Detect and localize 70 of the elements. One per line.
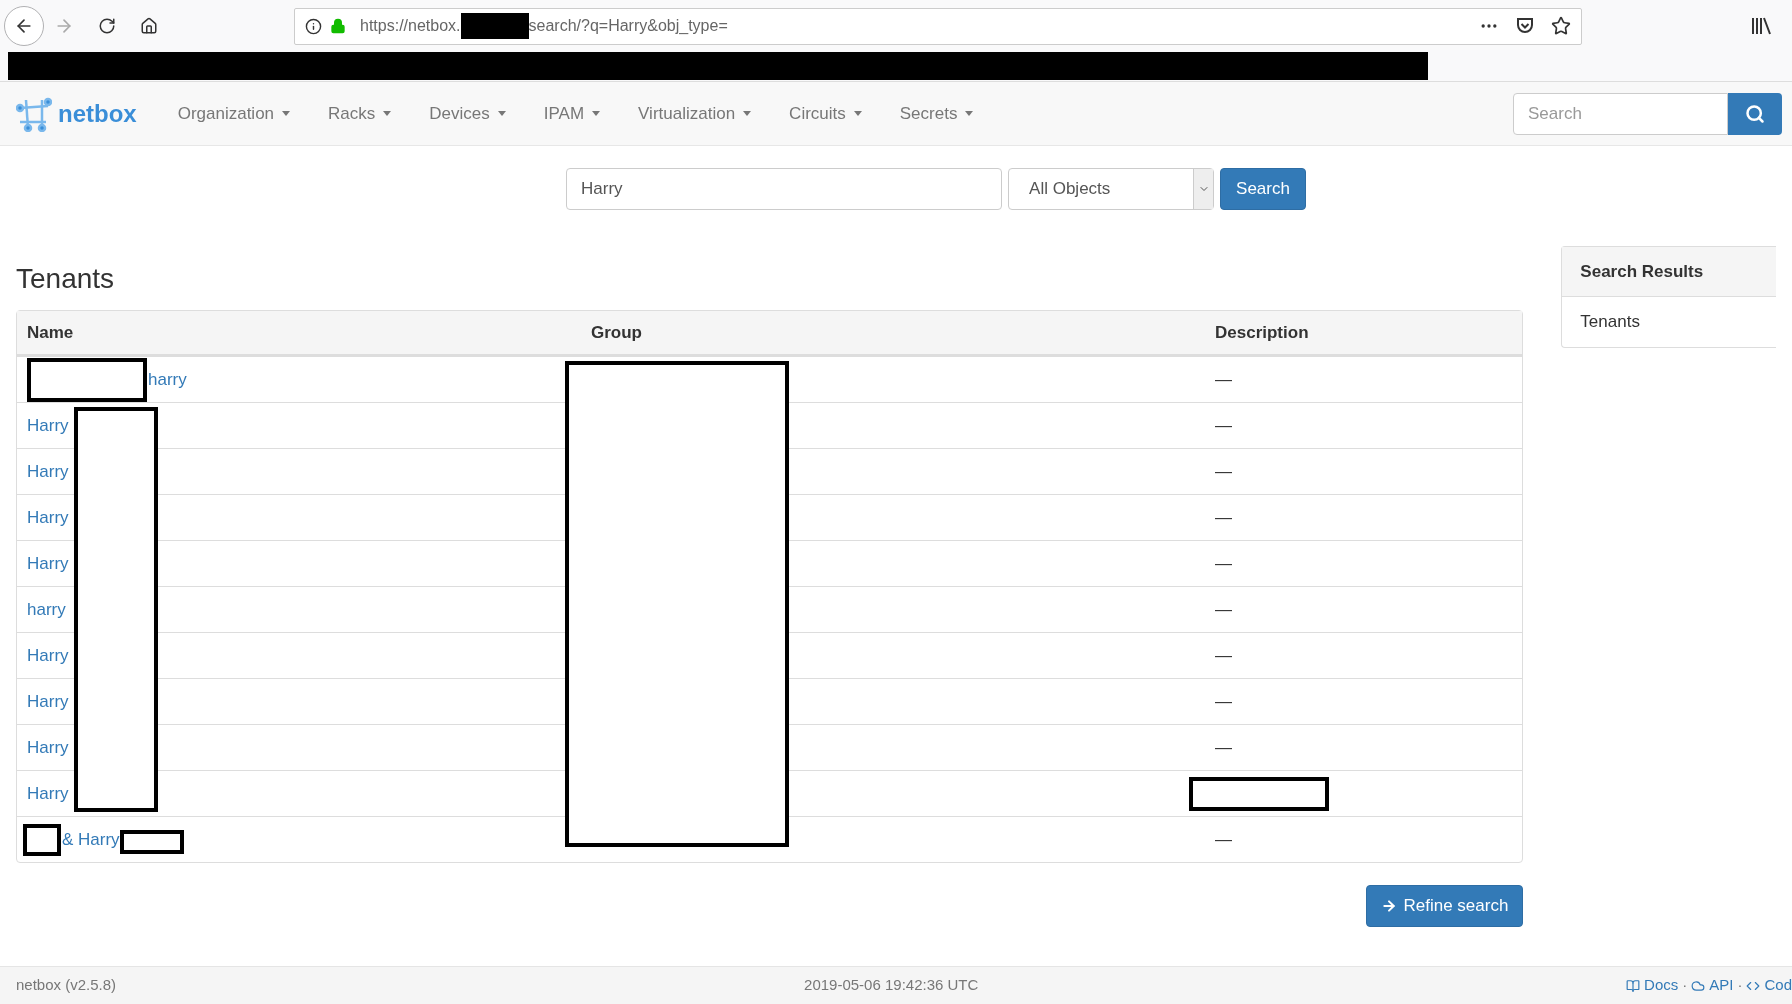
description-text: — [1215,644,1232,667]
pocket-icon[interactable] [1515,16,1535,36]
separator-dot: · [1682,975,1688,996]
book-icon [1626,978,1641,993]
tenant-link[interactable]: Harry [27,734,69,761]
footer-link[interactable]: API [1691,974,1734,997]
column-header: Group [590,321,643,344]
star-icon[interactable] [1551,16,1571,36]
version-text: netbox (v2.5.8) [16,975,117,996]
section-title: Tenants [16,262,116,296]
nav-search-field[interactable]: Search [1513,92,1728,135]
footer-link[interactable]: Cod [1746,974,1792,997]
caret-icon [853,111,862,116]
query-field[interactable]: Harry [566,168,1003,210]
tenant-link[interactable]: Harry [27,412,69,439]
description-text: — [1215,690,1232,713]
url-text: search/?q=Harry&obj_type= [528,16,728,36]
search-submit-button[interactable]: Search [1220,168,1306,210]
tenant-link[interactable]: & Harry [62,826,120,853]
back-button[interactable] [4,6,44,46]
tenant-link[interactable]: Harry [27,642,69,669]
info-icon [305,17,322,35]
tenant-link[interactable]: harry [27,596,66,623]
object-type-select[interactable]: All Objects [1008,168,1215,210]
timestamp-text: 2019-05-06 19:42:36 UTC [804,975,979,996]
description-text: — [1215,414,1232,437]
nav-menu[interactable]: Racks [309,100,411,127]
tenant-link[interactable]: Harry [27,550,69,577]
caret-icon [592,111,601,116]
nav-menu[interactable]: Secrets [880,100,993,127]
results-link[interactable]: Tenants [1562,297,1776,347]
reload-icon[interactable] [98,17,116,35]
nav-menu[interactable]: Devices [410,100,525,127]
tenant-link[interactable]: Harry [27,458,69,485]
nav-menu[interactable]: Circuits [770,100,881,127]
refine-search-button[interactable]: Refine search [1366,885,1524,927]
tenant-link[interactable]: harry [148,366,187,393]
nav-menu[interactable]: Organization [158,100,310,127]
description-text: — [1215,598,1232,621]
lock-icon [330,18,346,34]
description-text: — [1215,368,1232,391]
tenant-link[interactable]: Harry [27,504,69,531]
description-text: — [1215,506,1232,529]
panel-title: Search Results [1562,247,1776,297]
tenant-link[interactable]: Harry [27,688,69,715]
column-header: Name [26,321,75,344]
description-text: — [1215,460,1232,483]
caret-icon [497,111,506,116]
description-text: — [1215,828,1232,851]
caret-icon [743,111,752,116]
brand-name[interactable]: netbox [58,95,137,132]
home-icon[interactable] [140,17,158,35]
caret-icon [965,111,974,116]
cloud-icon [1691,978,1706,993]
tenant-link[interactable]: Harry [27,780,69,807]
library-icon[interactable] [1750,16,1772,36]
description-text: — [1215,736,1232,759]
url-bar[interactable]: https://netbox. search/?q=Harry&obj_type= [294,7,1582,45]
nav-menu[interactable]: Virtualization [619,100,771,127]
search-button[interactable] [1728,92,1782,135]
column-header: Description [1214,321,1310,344]
logo-icon [16,95,52,132]
nav-menu[interactable]: IPAM [524,100,620,127]
search-icon [1745,103,1765,124]
caret-icon [383,111,392,116]
footer-link[interactable]: Docs [1626,974,1679,997]
description-text: — [1215,552,1232,575]
caret-icon [282,111,291,116]
url-text: https://netbox. [360,16,461,36]
separator-dot: · [1737,975,1743,996]
